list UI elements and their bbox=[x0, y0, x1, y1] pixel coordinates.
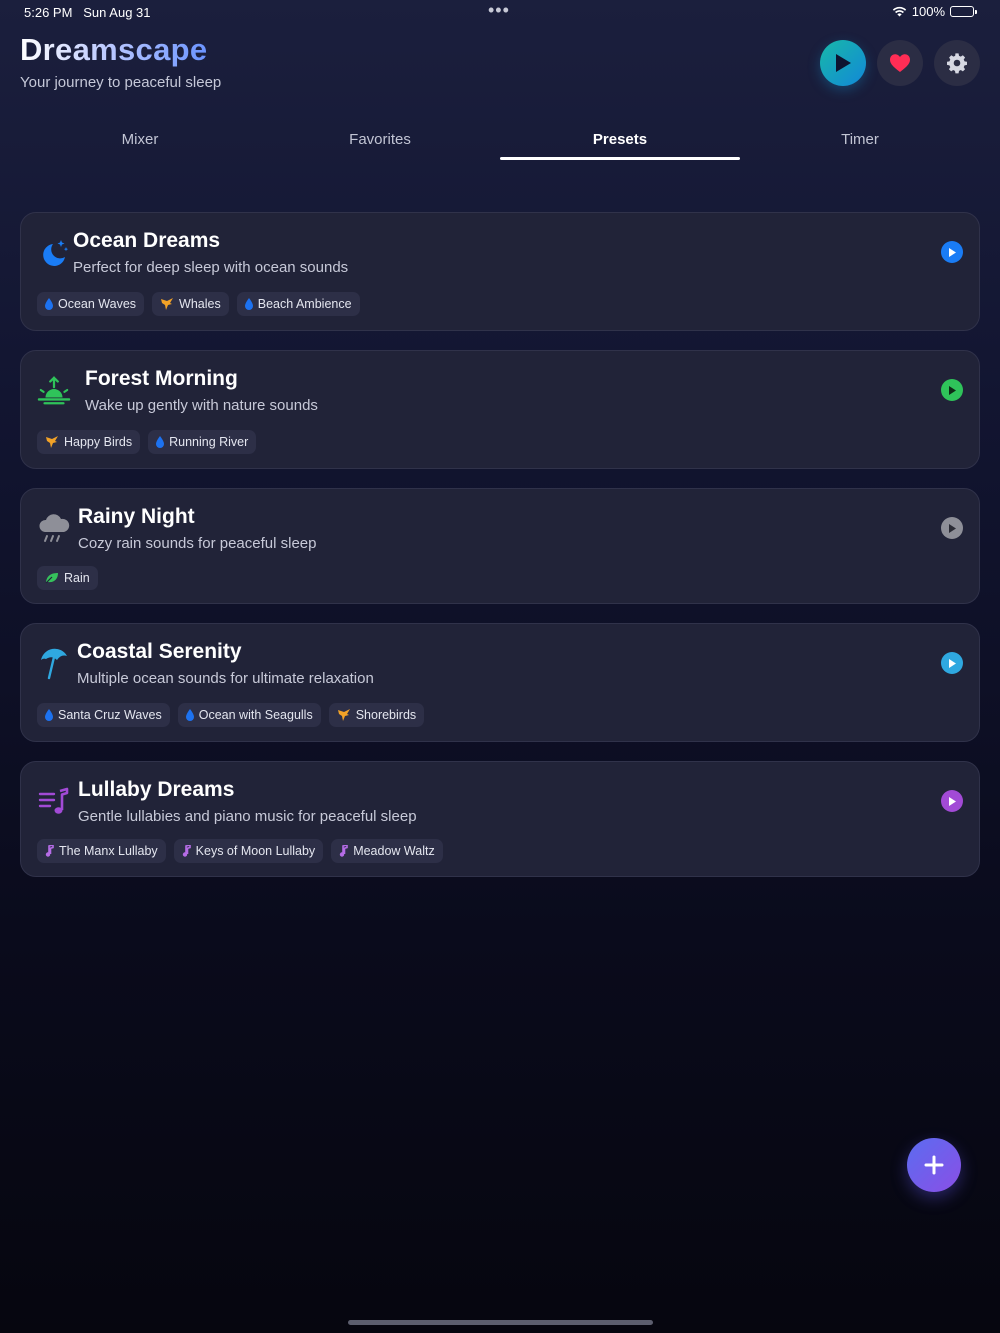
header: Dreamscape Your journey to peaceful slee… bbox=[20, 32, 221, 91]
gear-icon bbox=[947, 53, 967, 74]
preset-play-button[interactable] bbox=[941, 790, 963, 812]
battery-percent: 100% bbox=[911, 4, 945, 19]
sound-chip-label: Santa Cruz Waves bbox=[58, 708, 162, 722]
preset-card-coastal-serenity[interactable]: Coastal Serenity Multiple ocean sounds f… bbox=[20, 623, 980, 742]
sound-chip-label: Beach Ambience bbox=[257, 297, 352, 311]
sound-chip-label: Happy Birds bbox=[64, 435, 133, 449]
play-icon bbox=[949, 523, 956, 533]
drop-icon bbox=[156, 436, 165, 448]
preset-card-lullaby-dreams[interactable]: Lullaby Dreams Gentle lullabies and pian… bbox=[20, 761, 980, 877]
preset-description: Gentle lullabies and piano music for pea… bbox=[78, 808, 417, 825]
settings-button[interactable] bbox=[934, 40, 980, 86]
sound-chip-label: Running River bbox=[169, 435, 249, 449]
header-actions bbox=[820, 40, 980, 86]
sound-chip[interactable]: Keys of Moon Lullaby bbox=[173, 839, 324, 863]
drop-icon bbox=[244, 298, 253, 310]
preset-title: Coastal Serenity bbox=[77, 640, 242, 663]
preset-play-button[interactable] bbox=[941, 652, 963, 674]
sound-chip-label: Ocean Waves bbox=[58, 297, 137, 311]
preset-play-button[interactable] bbox=[941, 241, 963, 263]
leaf-icon bbox=[45, 573, 58, 584]
add-preset-button[interactable] bbox=[907, 1138, 961, 1192]
preset-card-forest-morning[interactable]: Forest Morning Wake up gently with natur… bbox=[20, 350, 980, 469]
play-icon bbox=[836, 54, 851, 72]
sound-chip[interactable]: Beach Ambience bbox=[236, 292, 360, 316]
sound-chips: Santa Cruz Waves Ocean with Seagulls Sho… bbox=[37, 703, 425, 727]
tab-timer[interactable]: Timer bbox=[740, 122, 980, 160]
sound-chip-label: Keys of Moon Lullaby bbox=[195, 844, 316, 858]
wifi-icon bbox=[892, 6, 906, 17]
plus-icon bbox=[924, 1155, 944, 1175]
music-list-icon bbox=[37, 784, 71, 818]
play-icon bbox=[949, 385, 956, 395]
sound-chip[interactable]: Happy Birds bbox=[37, 430, 141, 454]
sound-chip-label: Rain bbox=[64, 571, 90, 585]
tab-bar: Mixer Favorites Presets Timer bbox=[20, 122, 980, 160]
bird-icon bbox=[46, 436, 58, 448]
preset-play-button[interactable] bbox=[941, 517, 963, 539]
drop-icon bbox=[45, 709, 53, 721]
bird-icon bbox=[337, 709, 350, 721]
status-date-text: Sun Aug 31 bbox=[83, 5, 151, 20]
status-bar: 5:26 PM Sun Aug 31 ••• 100% bbox=[0, 0, 1000, 24]
preset-title: Rainy Night bbox=[78, 505, 195, 528]
sound-chip[interactable]: Running River bbox=[148, 430, 257, 454]
sound-chip-label: Ocean with Seagulls bbox=[198, 708, 313, 722]
play-all-button[interactable] bbox=[820, 40, 866, 86]
preset-title: Ocean Dreams bbox=[73, 229, 221, 252]
preset-play-button[interactable] bbox=[941, 379, 963, 401]
preset-description: Cozy rain sounds for peaceful sleep bbox=[78, 535, 317, 552]
play-icon bbox=[949, 247, 956, 257]
sunrise-icon bbox=[37, 373, 71, 407]
preset-title: Lullaby Dreams bbox=[78, 778, 235, 801]
preset-description: Wake up gently with nature sounds bbox=[85, 397, 318, 414]
app-subtitle: Your journey to peaceful sleep bbox=[20, 74, 222, 91]
sound-chip[interactable]: The Manx Lullaby bbox=[37, 839, 166, 863]
app-title: Dreamscape bbox=[20, 32, 221, 68]
preset-description: Multiple ocean sounds for ultimate relax… bbox=[77, 670, 374, 687]
music-note-icon bbox=[45, 845, 54, 857]
favorites-button[interactable] bbox=[877, 40, 923, 86]
battery-icon bbox=[950, 6, 977, 17]
sound-chips: The Manx Lullaby Keys of Moon Lullaby Me… bbox=[37, 839, 443, 863]
drop-icon bbox=[185, 709, 194, 721]
sound-chip[interactable]: Whales bbox=[152, 292, 229, 316]
moon-stars-icon bbox=[37, 235, 71, 269]
sound-chip[interactable]: Ocean Waves bbox=[37, 292, 145, 316]
home-indicator[interactable] bbox=[348, 1320, 653, 1325]
sound-chip[interactable]: Ocean with Seagulls bbox=[177, 703, 321, 727]
sound-chips: Happy Birds Running River bbox=[37, 430, 257, 454]
sound-chip[interactable]: Meadow Waltz bbox=[331, 839, 443, 863]
status-time-text: 5:26 PM bbox=[24, 5, 73, 20]
heart-icon bbox=[890, 54, 910, 72]
bird-icon bbox=[161, 298, 174, 310]
preset-list: Ocean Dreams Perfect for deep sleep with… bbox=[20, 212, 980, 896]
tab-presets[interactable]: Presets bbox=[500, 122, 740, 160]
tab-mixer[interactable]: Mixer bbox=[20, 122, 260, 160]
play-icon bbox=[949, 796, 956, 806]
music-note-icon bbox=[339, 845, 348, 857]
beach-umbrella-icon bbox=[37, 646, 71, 680]
preset-card-rainy-night[interactable]: Rainy Night Cozy rain sounds for peacefu… bbox=[20, 488, 980, 604]
music-note-icon bbox=[182, 845, 191, 857]
sound-chip[interactable]: Rain bbox=[37, 566, 98, 590]
preset-title: Forest Morning bbox=[85, 367, 238, 390]
status-indicators: 100% bbox=[892, 4, 977, 19]
sound-chip[interactable]: Shorebirds bbox=[328, 703, 425, 727]
sound-chip-label: Whales bbox=[179, 297, 221, 311]
preset-description: Perfect for deep sleep with ocean sounds bbox=[73, 259, 349, 276]
sound-chips: Rain bbox=[37, 566, 98, 590]
sound-chip-label: Shorebirds bbox=[355, 708, 417, 722]
sound-chip[interactable]: Santa Cruz Waves bbox=[37, 703, 170, 727]
cloud-rain-icon bbox=[37, 511, 71, 545]
status-time: 5:26 PM Sun Aug 31 bbox=[24, 5, 151, 20]
drop-icon bbox=[45, 298, 53, 310]
sound-chip-label: The Manx Lullaby bbox=[59, 844, 158, 858]
sound-chip-label: Meadow Waltz bbox=[353, 844, 435, 858]
preset-card-ocean-dreams[interactable]: Ocean Dreams Perfect for deep sleep with… bbox=[20, 212, 980, 331]
sound-chips: Ocean Waves Whales Beach Ambience bbox=[37, 292, 360, 316]
multitasking-dots-icon[interactable]: ••• bbox=[488, 0, 510, 21]
tab-favorites[interactable]: Favorites bbox=[260, 122, 500, 160]
play-icon bbox=[949, 658, 956, 668]
